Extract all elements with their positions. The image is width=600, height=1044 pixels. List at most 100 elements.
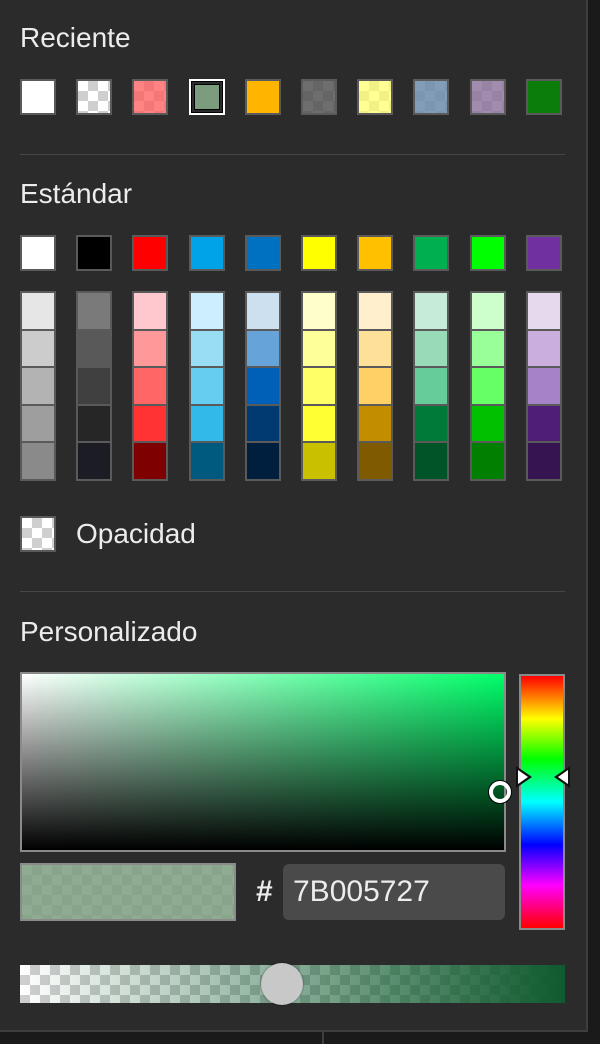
recent-swatch[interactable]	[76, 79, 112, 115]
shade-swatch[interactable]	[78, 368, 110, 404]
recent-swatch[interactable]	[526, 79, 562, 115]
shade-column	[132, 291, 168, 481]
recent-swatch[interactable]	[245, 79, 281, 115]
shade-swatch[interactable]	[528, 293, 560, 329]
recent-swatch[interactable]	[357, 79, 393, 115]
shade-column	[20, 291, 56, 481]
shade-swatch[interactable]	[191, 330, 223, 366]
shade-swatch[interactable]	[78, 443, 110, 479]
recent-swatch[interactable]	[470, 79, 506, 115]
standard-swatch[interactable]	[20, 235, 56, 271]
shade-swatch[interactable]	[415, 443, 447, 479]
shade-swatch[interactable]	[415, 293, 447, 329]
shade-swatch[interactable]	[78, 405, 110, 441]
shade-swatch[interactable]	[359, 443, 391, 479]
shade-swatch[interactable]	[303, 293, 335, 329]
shade-swatch[interactable]	[359, 293, 391, 329]
shade-swatch[interactable]	[22, 443, 54, 479]
shade-swatch[interactable]	[415, 368, 447, 404]
opacity-checker-icon[interactable]	[20, 516, 56, 552]
shade-swatch[interactable]	[303, 443, 335, 479]
shade-swatch[interactable]	[22, 368, 54, 404]
shade-swatch[interactable]	[134, 330, 166, 366]
recent-swatch-fill	[134, 81, 166, 113]
shade-swatch[interactable]	[134, 443, 166, 479]
standard-swatch[interactable]	[413, 235, 449, 271]
shade-swatch[interactable]	[134, 293, 166, 329]
shade-swatch[interactable]	[78, 330, 110, 366]
divider	[20, 591, 565, 592]
shade-column	[76, 291, 112, 481]
shade-swatch[interactable]	[134, 405, 166, 441]
shade-swatch[interactable]	[359, 368, 391, 404]
recent-swatch[interactable]	[413, 79, 449, 115]
standard-swatch[interactable]	[301, 235, 337, 271]
shade-swatch[interactable]	[247, 443, 279, 479]
shade-swatch[interactable]	[247, 368, 279, 404]
recent-swatch-fill	[472, 81, 504, 113]
shade-swatch[interactable]	[528, 368, 560, 404]
shade-swatch[interactable]	[247, 330, 279, 366]
saturation-value-field[interactable]	[20, 672, 506, 852]
recent-swatch-fill	[359, 81, 391, 113]
recent-swatch[interactable]	[132, 79, 168, 115]
shade-swatch[interactable]	[472, 405, 504, 441]
color-picker-panel: Reciente Estándar Opacidad Personalizado…	[0, 0, 588, 1032]
shade-swatch[interactable]	[359, 405, 391, 441]
shade-swatch[interactable]	[134, 368, 166, 404]
recent-swatch[interactable]	[301, 79, 337, 115]
standard-swatch[interactable]	[132, 235, 168, 271]
shade-column	[245, 291, 281, 481]
shade-swatch[interactable]	[472, 293, 504, 329]
shade-column	[189, 291, 225, 481]
shade-swatch[interactable]	[472, 330, 504, 366]
shade-swatch[interactable]	[191, 405, 223, 441]
shade-swatch[interactable]	[191, 293, 223, 329]
shade-swatch[interactable]	[359, 330, 391, 366]
color-preview-fill	[22, 865, 234, 919]
hex-hash-label: #	[256, 875, 273, 908]
standard-swatch[interactable]	[189, 235, 225, 271]
shade-swatch[interactable]	[415, 330, 447, 366]
recent-swatch[interactable]	[189, 79, 225, 115]
shade-swatch[interactable]	[528, 443, 560, 479]
shade-swatch[interactable]	[191, 443, 223, 479]
hue-slider[interactable]	[519, 674, 565, 930]
recent-swatch-fill	[22, 81, 54, 113]
color-preview	[20, 863, 236, 921]
shade-column	[357, 291, 393, 481]
shade-swatch[interactable]	[472, 368, 504, 404]
recent-swatch-fill	[303, 81, 335, 113]
shade-swatch[interactable]	[78, 293, 110, 329]
shade-swatch[interactable]	[528, 405, 560, 441]
sv-handle[interactable]	[489, 781, 511, 803]
standard-swatch[interactable]	[76, 235, 112, 271]
alpha-slider-thumb[interactable]	[261, 963, 303, 1005]
recent-swatch[interactable]	[20, 79, 56, 115]
standard-swatch[interactable]	[245, 235, 281, 271]
shade-swatch[interactable]	[472, 443, 504, 479]
shade-swatch[interactable]	[22, 405, 54, 441]
recent-swatch-fill	[194, 84, 220, 110]
shade-swatch[interactable]	[22, 293, 54, 329]
recent-swatch-fill	[528, 81, 560, 113]
shade-swatch[interactable]	[247, 405, 279, 441]
standard-swatch[interactable]	[470, 235, 506, 271]
shade-column	[301, 291, 337, 481]
hue-slider-left-arrow-icon[interactable]	[516, 766, 532, 788]
shade-swatch[interactable]	[415, 405, 447, 441]
shade-swatch[interactable]	[528, 330, 560, 366]
shade-swatch[interactable]	[303, 368, 335, 404]
shade-swatch[interactable]	[191, 368, 223, 404]
hue-slider-right-arrow-icon[interactable]	[554, 766, 570, 788]
opacity-label: Opacidad	[76, 518, 196, 549]
recent-swatch-fill	[415, 81, 447, 113]
shade-swatch[interactable]	[303, 405, 335, 441]
shade-swatch[interactable]	[22, 330, 54, 366]
shade-swatch[interactable]	[247, 293, 279, 329]
shade-swatch[interactable]	[303, 330, 335, 366]
standard-swatch[interactable]	[526, 235, 562, 271]
hex-input[interactable]	[283, 864, 505, 920]
standard-swatch[interactable]	[357, 235, 393, 271]
resize-tick	[322, 1032, 324, 1044]
